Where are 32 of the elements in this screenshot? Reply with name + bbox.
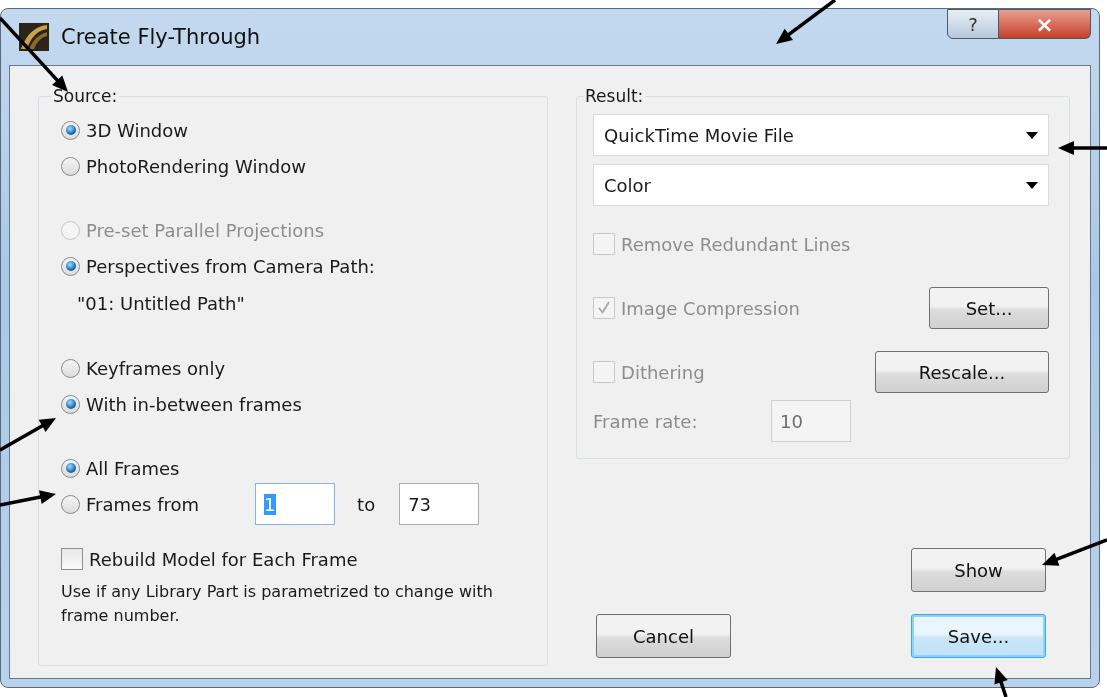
frame-rate-label: Frame rate: [593,410,699,432]
to-frame-field[interactable]: 73 [399,483,480,525]
annotation-arrow [0,490,56,507]
to-label: to [357,493,376,515]
rebuild-checkbox[interactable]: Rebuild Model for Each Frame [61,548,547,570]
dropdown[interactable]: QuickTime Movie File [593,114,1049,156]
radio-option[interactable]: PhotoRendering Window [61,155,306,177]
cancel-button[interactable]: Cancel [596,614,731,658]
window-title: Create Fly-Through [61,25,261,49]
annotation-arrow [1058,141,1107,155]
group-label: Result: [584,86,645,106]
camera-path-name: "01: Untitled Path" [76,291,246,316]
save-button[interactable]: Save... [911,614,1046,658]
radio-option[interactable]: Perspectives from Camera Path: [61,255,375,277]
radio-option[interactable]: 3D Window [61,119,188,141]
radio-option[interactable]: Keyframes only [61,357,226,379]
check-icon [596,300,612,316]
group-label: Source: [52,86,119,106]
dropdown[interactable]: Color [593,164,1049,206]
help-button[interactable]: ? [947,9,999,39]
show-button[interactable]: Show [911,548,1046,592]
annotation-arrow [1042,538,1107,566]
annotation-arrow [776,0,837,44]
radio-option[interactable]: Frames from [61,493,200,515]
caret-icon [1026,131,1038,139]
radio-option[interactable]: All Frames [61,457,180,479]
annotation-arrow [0,418,56,452]
radio-option[interactable]: With in-between frames [61,393,302,415]
hint-text: Use if any Library Part is parametrized to change with frame number. [61,581,494,627]
caret-icon [1026,181,1038,189]
app-logo-icon [19,23,49,51]
annotation-arrow [994,667,1008,697]
